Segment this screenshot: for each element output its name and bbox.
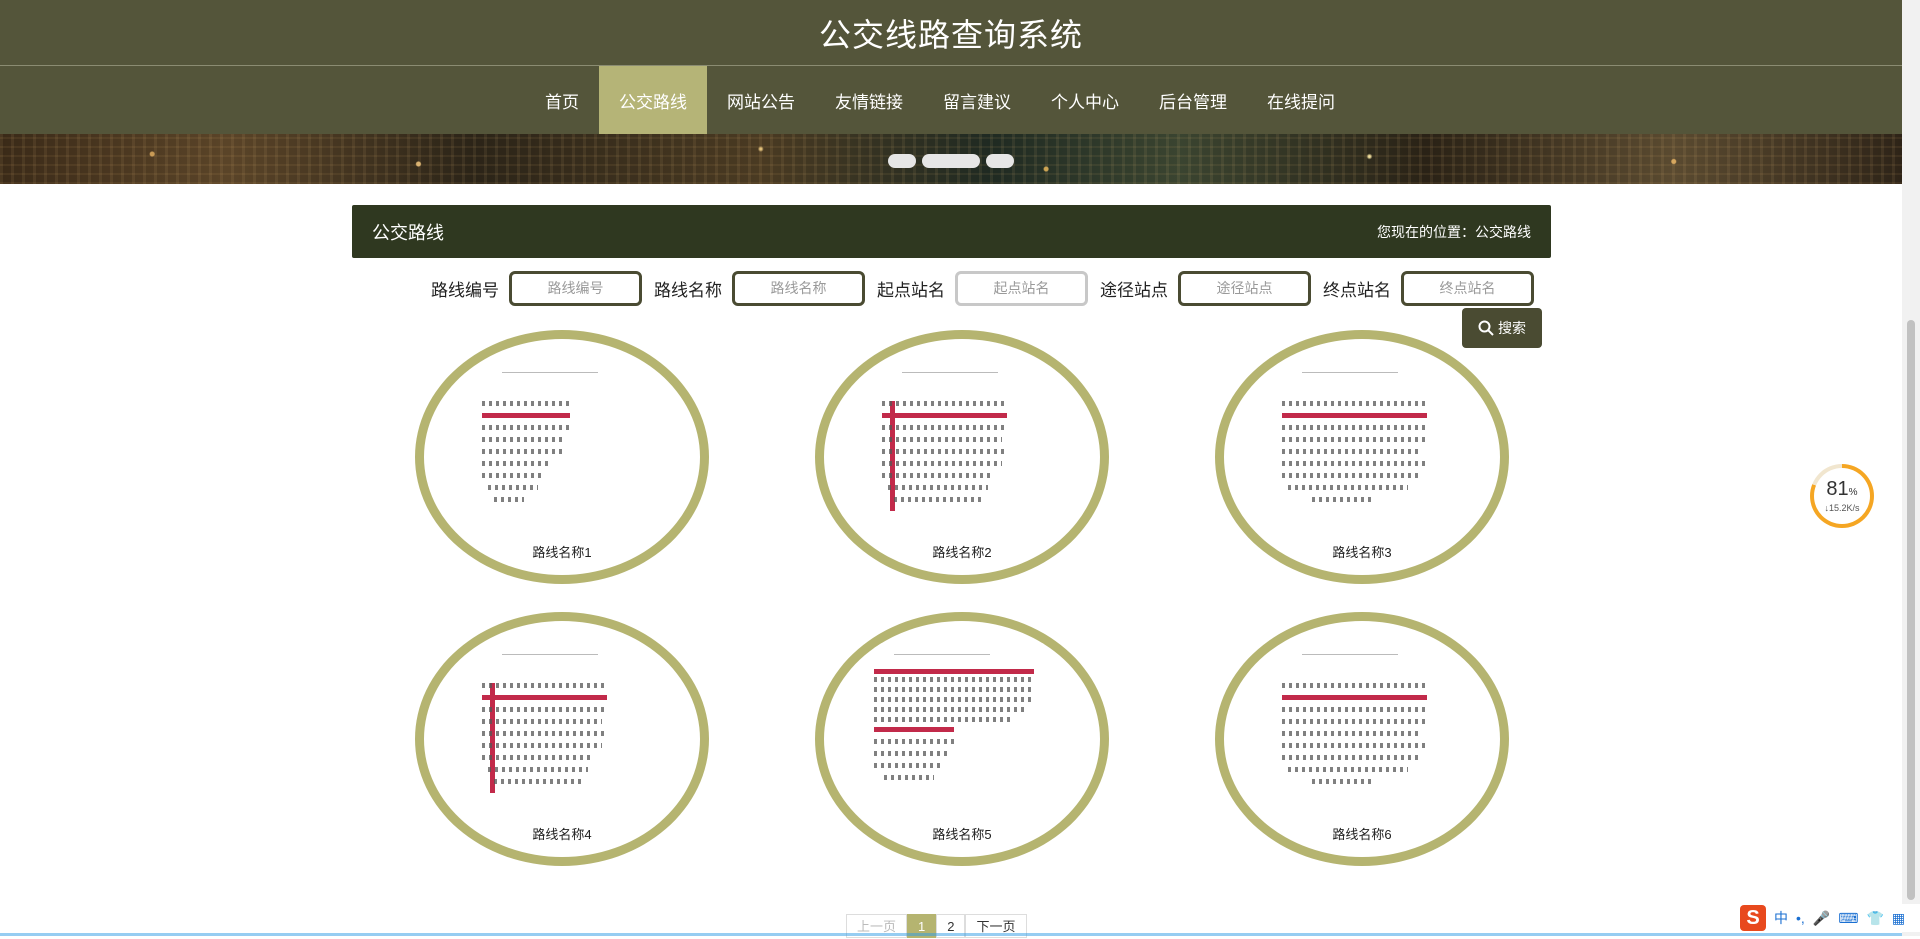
main-nav: 首页 公交路线 网站公告 友情链接 留言建议 个人中心 后台管理 在线提问 [0,66,1902,134]
shirt-icon[interactable]: 👕 [1866,910,1883,927]
route-card[interactable]: 路线名称2 [815,330,1109,584]
route-name: 路线名称4 [532,827,592,842]
route-number-label: 路线编号 [431,280,499,300]
speed-percent: 81 [1826,478,1849,500]
nav-item-personal-center[interactable]: 个人中心 [1031,66,1139,134]
search-form: 路线编号 路线名称 起点站名 途径站点 终点站名 [431,268,1546,308]
panel-title: 公交路线 [372,222,444,243]
route-name: 路线名称5 [932,827,992,842]
nav-item-links[interactable]: 友情链接 [815,66,923,134]
nav-item-announcements[interactable]: 网站公告 [707,66,815,134]
grid-icon[interactable]: ▦ [1892,910,1905,927]
route-name-input[interactable] [732,270,865,306]
site-header: 公交线路查询系统 [0,0,1902,66]
carousel-dot-1[interactable] [888,154,916,168]
route-name: 路线名称1 [532,545,592,560]
keyboard-icon[interactable]: ⌨ [1838,910,1858,927]
scrollbar-thumb[interactable] [1907,320,1915,900]
mic-icon[interactable]: 🎤 [1813,910,1830,927]
route-name-label: 路线名称 [654,280,722,300]
ime-mode[interactable]: 中 [1774,908,1788,928]
site-title: 公交线路查询系统 [818,16,1083,53]
network-speed-widget[interactable]: 81% ↓15.2K/s [1810,464,1874,528]
route-card[interactable]: 路线名称5 [815,612,1109,866]
route-card[interactable]: 路线名称4 [415,612,709,866]
ime-toolbar: S 中 •, 🎤 ⌨ 👕 ▦ [1738,904,1920,932]
route-name: 路线名称3 [1332,545,1392,560]
route-card[interactable]: 路线名称6 [1215,612,1509,866]
route-name: 路线名称2 [932,545,992,560]
end-station-label: 终点站名 [1323,280,1391,300]
carousel-dot-2[interactable] [922,154,980,168]
via-stations-label: 途径站点 [1100,280,1168,300]
ime-logo[interactable]: S [1740,905,1766,931]
nav-item-bus-routes[interactable]: 公交路线 [599,66,707,134]
nav-item-feedback[interactable]: 留言建议 [923,66,1031,134]
start-station-input[interactable] [955,270,1088,306]
speed-percent-unit: % [1848,487,1858,498]
carousel-indicators [888,154,1014,168]
via-stations-input[interactable] [1178,270,1311,306]
start-station-label: 起点站名 [877,280,945,300]
ime-punctuation[interactable]: •, [1796,910,1805,926]
city-night-banner [0,134,1902,184]
end-station-input[interactable] [1401,270,1534,306]
nav-item-home[interactable]: 首页 [525,66,599,134]
speed-rate: ↓15.2K/s [1824,503,1860,513]
carousel-dot-3[interactable] [986,154,1014,168]
nav-item-online-questions[interactable]: 在线提问 [1247,66,1355,134]
page-scrollbar[interactable] [1902,0,1920,936]
breadcrumb: 您现在的位置：公交路线 [1377,223,1531,240]
route-name: 路线名称6 [1332,827,1392,842]
route-grid: 路线名称1 路线名称2 路线名称3 路线名称4 路线名称5 路线名称6 [415,330,1509,866]
route-card[interactable]: 路线名称3 [1215,330,1509,584]
route-card[interactable]: 路线名称1 [415,330,709,584]
nav-item-admin[interactable]: 后台管理 [1139,66,1247,134]
route-number-input[interactable] [509,270,642,306]
panel-header: 公交路线 您现在的位置：公交路线 [352,205,1551,258]
